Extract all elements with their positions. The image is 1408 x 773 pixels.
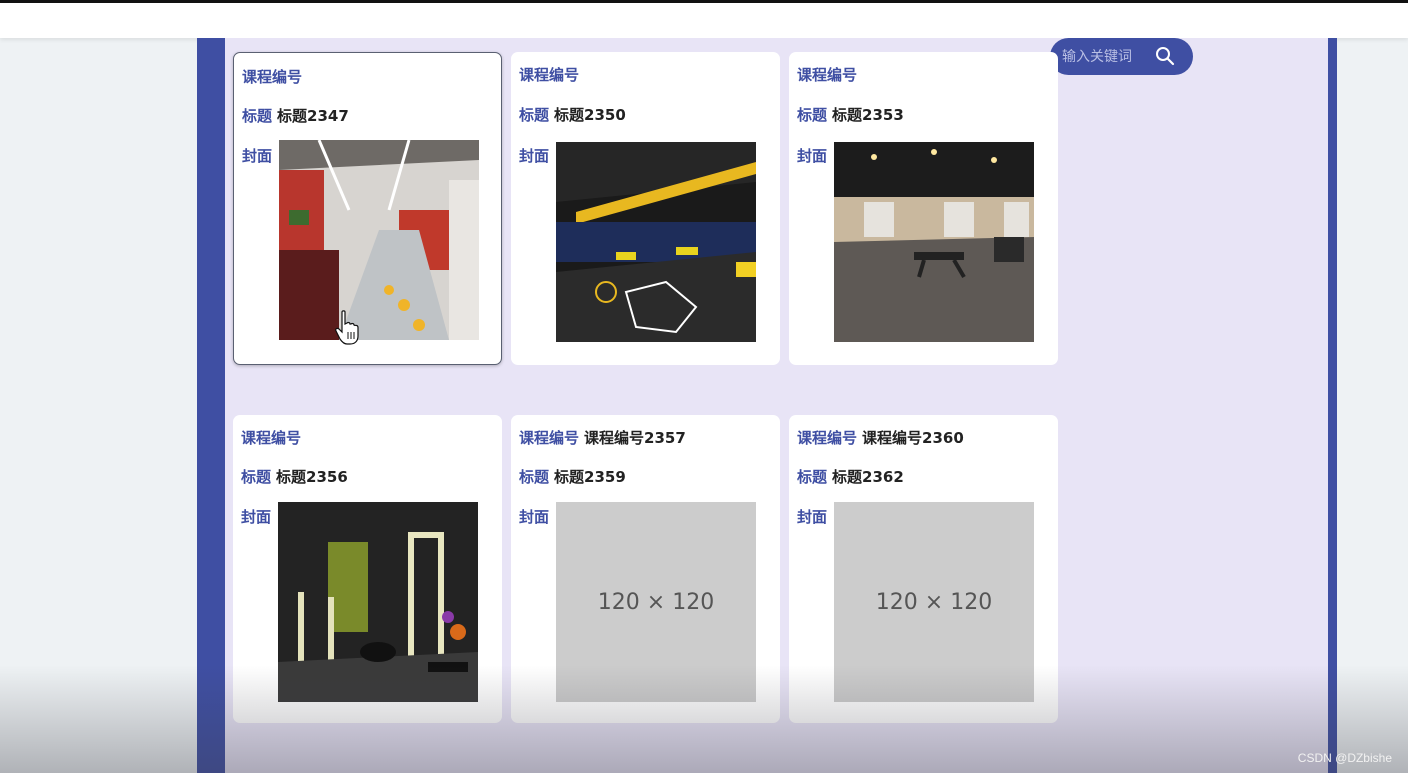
course-no-row: 课程编号 课程编号2360 [797,427,964,448]
cover-row: 封面 [797,145,832,166]
title-label: 标题 [519,468,550,486]
title-row: 标题 标题2347 [242,105,349,126]
course-no-label: 课程编号 [241,429,302,447]
cover-image[interactable] [556,142,756,342]
title-value: 标题2353 [832,106,904,124]
cover-row: 封面 [519,506,554,527]
course-no-value: 课程编号2360 [862,429,964,447]
title-row: 标题 标题2353 [797,104,904,125]
course-card[interactable]: 课程编号 标题 标题2356 封面 [233,415,502,723]
title-label: 标题 [242,107,273,125]
title-value: 标题2356 [276,468,348,486]
cover-label: 封面 [519,147,550,165]
course-card[interactable]: 课程编号 标题 标题2347 封面 [233,52,502,365]
title-label: 标题 [241,468,272,486]
course-no-row: 课程编号 [241,427,306,448]
course-no-row: 课程编号 [519,64,584,85]
hand-cursor-icon [335,310,359,345]
cover-row: 封面 [241,506,276,527]
top-bar [0,0,1408,38]
course-no-label: 课程编号 [797,429,858,447]
cover-label: 封面 [519,508,550,526]
cover-label: 封面 [242,147,273,165]
watermark-text: CSDN @DZbishe [1297,751,1392,765]
course-no-label: 课程编号 [242,68,303,86]
course-no-label: 课程编号 [797,66,858,84]
title-label: 标题 [519,106,550,124]
course-no-value: 课程编号2357 [584,429,686,447]
cover-label: 封面 [797,147,828,165]
cover-placeholder[interactable]: 120 × 120 [834,502,1034,702]
course-no-row: 课程编号 [797,64,862,85]
title-value: 标题2359 [554,468,626,486]
cover-placeholder[interactable]: 120 × 120 [556,502,756,702]
title-value: 标题2350 [554,106,626,124]
course-card[interactable]: 课程编号 标题 标题2353 封面 [789,52,1058,365]
course-no-label: 课程编号 [519,66,580,84]
course-card[interactable]: 课程编号 课程编号2360 标题 标题2362 封面 120 × 120 [789,415,1058,723]
cover-row: 封面 [797,506,832,527]
title-label: 标题 [797,468,828,486]
search-box[interactable] [1050,38,1193,75]
cover-row: 封面 [519,145,554,166]
title-value: 标题2362 [832,468,904,486]
course-no-row: 课程编号 课程编号2357 [519,427,686,448]
title-row: 标题 标题2356 [241,466,348,487]
course-card[interactable]: 课程编号 课程编号2357 标题 标题2359 封面 120 × 120 [511,415,780,723]
cover-label: 封面 [797,508,828,526]
course-no-label: 课程编号 [519,429,580,447]
search-icon[interactable] [1155,46,1175,66]
cover-image[interactable] [834,142,1034,342]
title-row: 标题 标题2362 [797,466,904,487]
cover-image[interactable] [279,140,479,340]
course-no-row: 课程编号 [242,66,307,87]
cover-row: 封面 [242,145,277,166]
title-value: 标题2347 [277,107,349,125]
course-card[interactable]: 课程编号 标题 标题2350 封面 [511,52,780,365]
title-row: 标题 标题2350 [519,104,626,125]
title-label: 标题 [797,106,828,124]
cover-label: 封面 [241,508,272,526]
cover-image[interactable] [278,502,478,702]
search-input[interactable] [1062,48,1156,65]
title-row: 标题 标题2359 [519,466,626,487]
